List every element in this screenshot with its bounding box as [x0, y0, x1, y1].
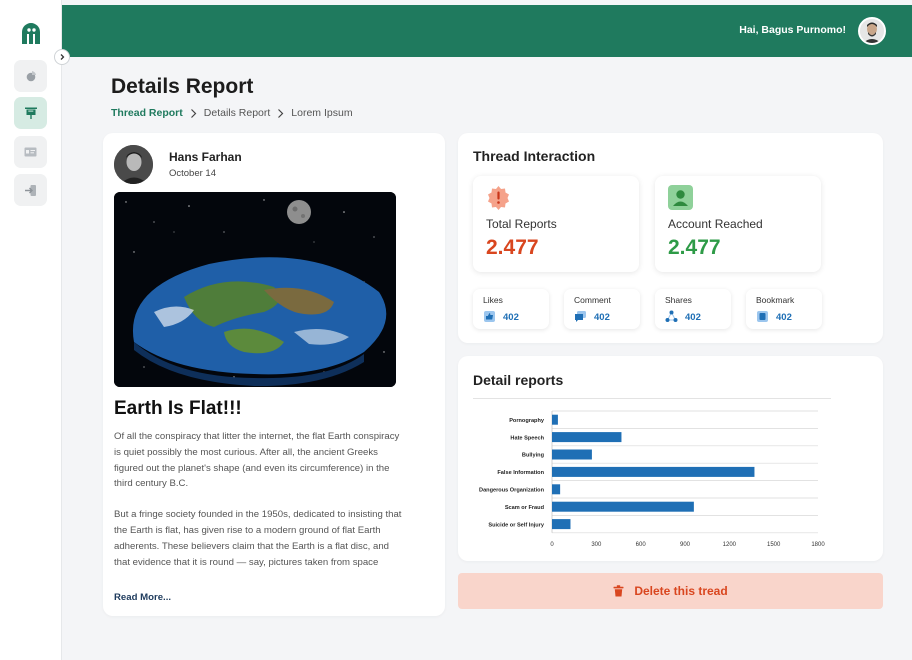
likes-value: 402 [503, 312, 519, 323]
chart-tick-label: 900 [680, 542, 691, 548]
sidebar [0, 0, 62, 660]
chevron-right-icon [190, 108, 197, 118]
breadcrumb-details-report[interactable]: Details Report [204, 107, 271, 119]
account-reached-card: Account Reached 2.477 [655, 176, 821, 272]
sidebar-collapse-button[interactable] [54, 49, 70, 65]
chevron-right-icon [60, 54, 65, 60]
bookmark-value: 402 [776, 312, 792, 323]
id-card-icon [24, 147, 37, 157]
user-portrait-icon [860, 19, 884, 43]
post-image [114, 192, 396, 387]
likes-card: Likes 402 [473, 289, 549, 329]
chart-tick-label: 600 [636, 542, 647, 548]
chart-tick-label: 1200 [723, 542, 737, 548]
chart-category-label: Hate Speech [510, 435, 544, 441]
total-reports-label: Total Reports [486, 217, 557, 231]
detail-reports-chart: Pornography Hate Speech Bullying False Info… [479, 410, 825, 548]
account-reached-label: Account Reached [668, 217, 763, 231]
comment-label: Comment [574, 295, 611, 305]
post-card: Hans Farhan October 14 Earth Is Flat!!! [103, 133, 445, 616]
share-icon [665, 310, 678, 322]
chart-tick-label: 0 [550, 542, 554, 548]
comment-card: Comment 402 [564, 289, 640, 329]
sidebar-item-users[interactable] [14, 136, 47, 168]
total-reports-card: Total Reports 2.477 [473, 176, 639, 272]
chart-bar [552, 484, 561, 495]
post-title: Earth Is Flat!!! [114, 398, 242, 419]
chart-bar [552, 466, 755, 477]
chart-bar [552, 414, 558, 425]
read-more-link[interactable]: Read More... [114, 592, 171, 603]
app-logo-icon[interactable] [19, 22, 43, 46]
comment-icon [575, 311, 586, 322]
likes-label: Likes [483, 295, 503, 305]
post-paragraph: But a fringe society founded in the 1950… [114, 509, 402, 568]
trash-icon [613, 585, 624, 597]
thread-interaction-title: Thread Interaction [473, 148, 596, 164]
post-body: Of all the conspiracy that litter the in… [114, 429, 404, 570]
chart-category-label: Bullying [522, 453, 545, 459]
sidebar-item-reports[interactable] [14, 97, 47, 129]
user-greeting: Hai, Bagus Purnomo! [739, 24, 846, 36]
thread-interaction-card: Thread Interaction Total Reports 2.477 A… [458, 133, 883, 343]
user-avatar[interactable] [858, 17, 886, 45]
sidebar-item-dashboard[interactable] [14, 60, 47, 92]
presentation-board-icon [24, 107, 37, 119]
author-avatar [114, 145, 153, 184]
page-title: Details Report [111, 75, 254, 98]
chart-category-label: False Information [497, 470, 544, 476]
pie-chart-icon [26, 71, 36, 82]
chart-category-label: Pornography [509, 418, 545, 424]
sidebar-item-logout[interactable] [14, 174, 47, 206]
chart-category-label: Dangerous Organization [479, 488, 545, 494]
breadcrumb: Thread Report Details Report Lorem Ipsum [111, 107, 353, 119]
shares-card: Shares 402 [655, 289, 731, 329]
chevron-right-icon [278, 108, 284, 118]
flat-earth-image [114, 192, 396, 387]
top-bar: Hai, Bagus Purnomo! [62, 5, 912, 57]
bookmark-label: Bookmark [756, 295, 795, 305]
account-reached-value: 2.477 [668, 236, 721, 259]
bookmark-card: Bookmark 402 [746, 289, 822, 329]
chart-category-label: Scam or Fraud [505, 505, 545, 511]
comment-value: 402 [594, 312, 610, 323]
chart-bar [552, 432, 622, 443]
chart-tick-label: 1500 [767, 542, 781, 548]
chart-bar [552, 501, 694, 512]
author-name[interactable]: Hans Farhan [169, 150, 242, 164]
chart-bar [552, 449, 592, 460]
shares-label: Shares [665, 295, 692, 305]
chart-category-label: Suicide or Self Injury [488, 522, 545, 528]
delete-thread-label: Delete this tread [634, 584, 728, 598]
shares-value: 402 [685, 312, 701, 323]
alert-badge-icon [488, 186, 509, 210]
post-date: October 14 [169, 168, 216, 179]
delete-thread-button[interactable]: Delete this tread [458, 573, 883, 609]
post-paragraph: Of all the conspiracy that litter the in… [114, 431, 400, 490]
breadcrumb-current: Lorem Ipsum [291, 107, 353, 119]
detail-reports-card: Detail reports Pornography Hate Speech Bul… [458, 356, 883, 561]
total-reports-value: 2.477 [486, 236, 539, 259]
bookmark-icon [757, 311, 768, 322]
breadcrumb-thread-report[interactable]: Thread Report [111, 107, 183, 119]
like-icon [484, 311, 495, 322]
user-icon [668, 185, 693, 210]
chart-tick-label: 1800 [811, 542, 825, 548]
author-portrait-icon [114, 145, 153, 184]
logout-icon [25, 184, 36, 196]
chart-tick-label: 300 [591, 542, 602, 548]
chart-bar [552, 519, 571, 530]
